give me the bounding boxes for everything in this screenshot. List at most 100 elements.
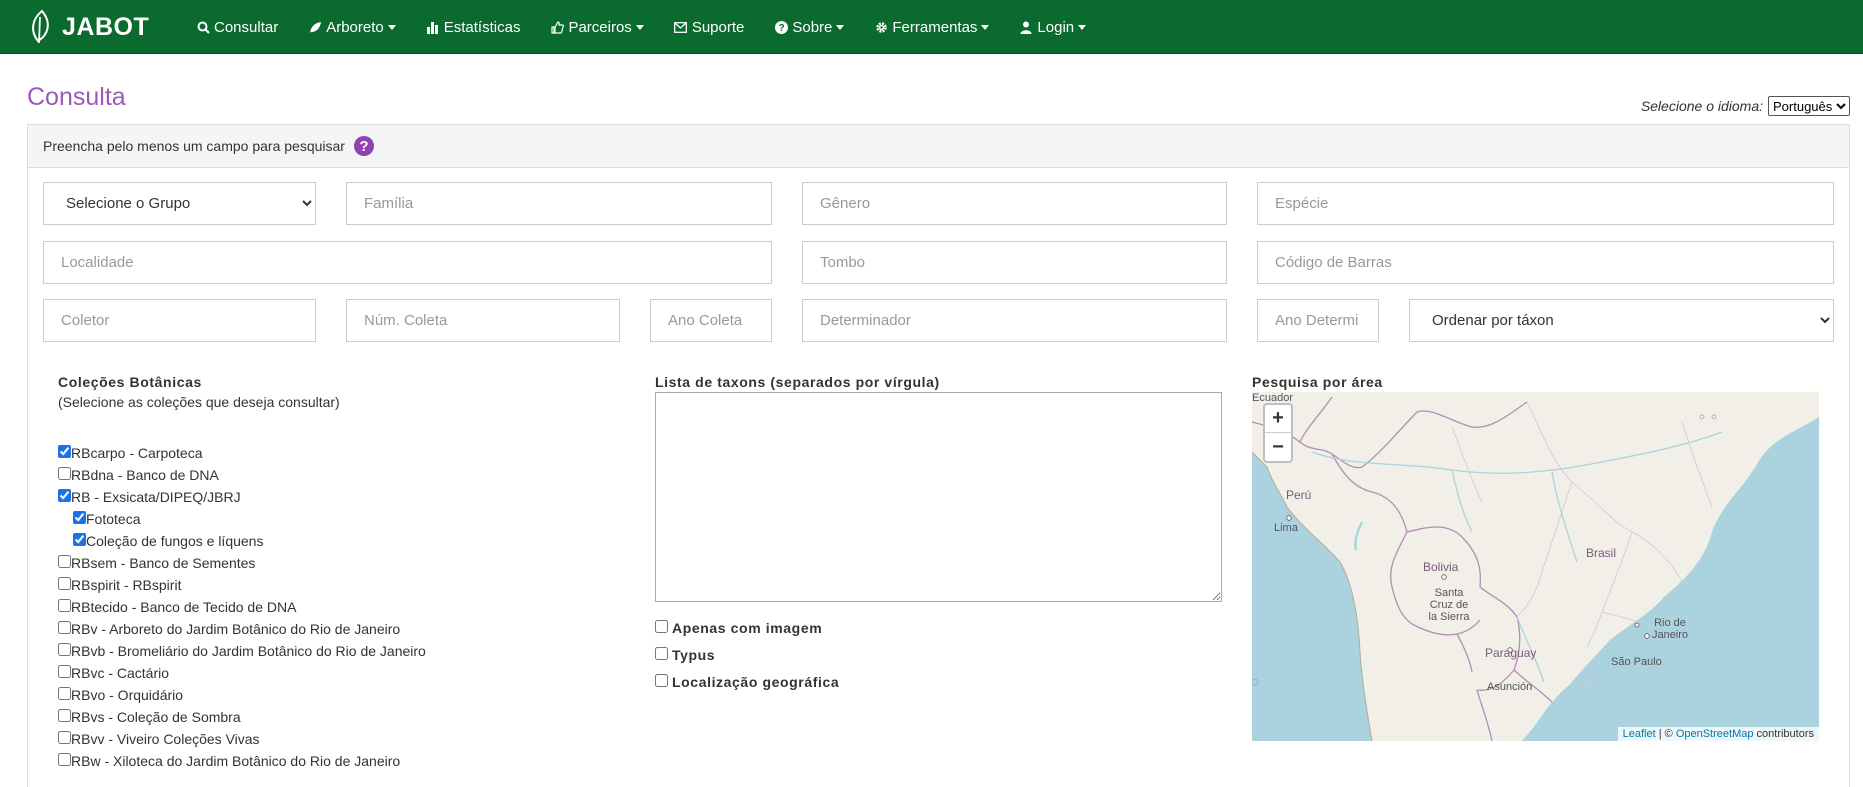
collection-checkbox[interactable] [58,555,71,568]
brand-logo[interactable]: JABOT [28,9,149,45]
nav-arboreto[interactable]: Arboreto [308,19,396,36]
panel-header: Preencha pelo menos um campo para pesqui… [28,125,1849,168]
codigo-barras-input[interactable] [1257,241,1834,284]
envelope-icon [674,20,688,34]
collection-item[interactable]: RBtecido - Banco de Tecido de DNA [58,599,296,615]
nav-consultar[interactable]: Consultar [196,19,278,36]
osm-link[interactable]: OpenStreetMap [1676,728,1754,740]
collection-checkbox[interactable] [73,511,86,524]
num-coleta-input[interactable] [346,299,620,342]
map-tiles [1252,392,1819,741]
collection-item[interactable]: RBw - Xiloteca do Jardim Botânico do Rio… [58,753,400,769]
option-typus[interactable]: Typus [655,647,715,663]
collection-checkbox[interactable] [58,665,71,678]
main-nav: Consultar Arboreto Estatísticas Parceiro… [196,0,1116,54]
option-checkbox[interactable] [655,647,668,660]
familia-input[interactable] [346,182,772,225]
collection-item[interactable]: RBvs - Coleção de Sombra [58,709,241,725]
nav-ferramentas[interactable]: Ferramentas [874,18,990,36]
leaf-logo-icon [32,9,49,44]
coletor-input[interactable] [43,299,316,342]
collection-item[interactable]: RBv - Arboreto do Jardim Botânico do Rio… [58,621,400,637]
collection-item[interactable]: Fototeca [73,511,140,527]
collection-checkbox[interactable] [58,709,71,722]
map-label-rio: Rio de Janeiro [1651,617,1689,641]
collection-item[interactable]: RB - Exsicata/DIPEQ/JBRJ [58,489,241,505]
collection-checkbox[interactable] [58,577,71,590]
area-map[interactable]: Ecuador Perú Lima Bolivia Santa Cruz de … [1252,392,1819,741]
nav-estatisticas-label: Estatísticas [443,18,521,36]
question-circle-icon: ? [774,20,788,34]
collection-item[interactable]: RBvv - Viveiro Coleções Vivas [58,731,260,747]
collection-item[interactable]: RBdna - Banco de DNA [58,467,219,483]
collection-item[interactable]: RBsem - Banco de Sementes [58,555,255,571]
zoom-out-button[interactable]: − [1265,433,1291,461]
nav-estatisticas[interactable]: Estatísticas [426,18,521,36]
option-checkbox[interactable] [655,620,668,633]
nav-ferramentas-label: Ferramentas [892,18,978,36]
collection-item[interactable]: RBvo - Orquidário [58,687,183,703]
language-selector: Selecione o idioma: Português [1641,96,1850,116]
chevron-down-icon [836,24,845,30]
collection-checkbox[interactable] [58,687,71,700]
svg-text:?: ? [778,23,784,34]
group-select[interactable]: Selecione o Grupo [43,182,316,225]
localidade-input[interactable] [43,241,772,284]
ordenar-select[interactable]: Ordenar por táxon [1409,299,1834,342]
option-localizacao[interactable]: Localização geográfica [655,674,839,690]
brand-name: JABOT [62,12,150,41]
leaf-icon [308,20,322,34]
search-icon [196,20,210,34]
ano-determ-input[interactable] [1257,299,1379,342]
zoom-in-button[interactable]: + [1265,405,1291,433]
collection-item[interactable]: RBvc - Cactário [58,665,169,681]
bar-chart-icon [426,20,440,34]
map-label-lima: Lima [1274,522,1298,534]
genero-input[interactable] [802,182,1227,225]
collection-checkbox[interactable] [58,599,71,612]
gear-icon [874,20,888,34]
collection-checkbox[interactable] [58,731,71,744]
collection-item[interactable]: RBcarpo - Carpoteca [58,445,203,461]
collection-checkbox[interactable] [58,467,71,480]
map-label-santa-cruz: Santa Cruz de la Sierra [1428,587,1470,623]
ano-coleta-input[interactable] [650,299,772,342]
chevron-down-icon [387,24,396,30]
collection-item[interactable]: RBspirit - RBspirit [58,577,181,593]
nav-sobre-label: Sobre [792,18,833,36]
nav-login[interactable]: Login [1019,19,1087,36]
taxa-textarea[interactable] [655,392,1222,602]
map-label-sao-paulo: São Paulo [1611,656,1662,668]
language-select[interactable]: Português [1768,96,1850,116]
map-label-peru: Perú [1286,488,1312,502]
tombo-input[interactable] [802,241,1227,284]
map-attribution: Leaflet | © OpenStreetMap contributors [1617,727,1819,741]
user-icon [1019,20,1033,34]
collection-checkbox[interactable] [58,621,71,634]
chevron-down-icon [1078,24,1087,30]
option-checkbox[interactable] [655,674,668,687]
map-title: Pesquisa por área [1252,374,1383,390]
collection-checkbox[interactable] [58,643,71,656]
nav-parceiros[interactable]: Parceiros [550,19,644,36]
determinador-input[interactable] [802,299,1227,342]
collection-item[interactable]: RBvb - Bromeliário do Jardim Botânico do… [58,643,426,659]
map-label-asuncion: Asunción [1487,681,1533,693]
nav-suporte[interactable]: Suporte [674,19,744,36]
map-label-paraguay: Paraguay [1485,646,1537,660]
option-apenas-imagem[interactable]: Apenas com imagem [655,620,822,636]
leaflet-link[interactable]: Leaflet [1623,728,1656,740]
collection-checkbox[interactable] [58,445,71,458]
chevron-down-icon [981,24,990,30]
collection-checkbox[interactable] [58,753,71,766]
collection-checkbox[interactable] [58,489,71,502]
help-icon[interactable]: ? [353,136,374,156]
collection-checkbox[interactable] [73,533,86,546]
collections-subtitle: (Selecione as coleções que deseja consul… [58,394,340,410]
especie-input[interactable] [1257,182,1834,225]
panel-hint: Preencha pelo menos um campo para pesqui… [43,138,345,154]
collections-title: Coleções Botânicas [58,374,202,390]
nav-sobre[interactable]: ? Sobre [774,18,845,36]
collection-item[interactable]: Coleção de fungos e líquens [73,533,263,549]
nav-consultar-label: Consultar [214,18,279,36]
